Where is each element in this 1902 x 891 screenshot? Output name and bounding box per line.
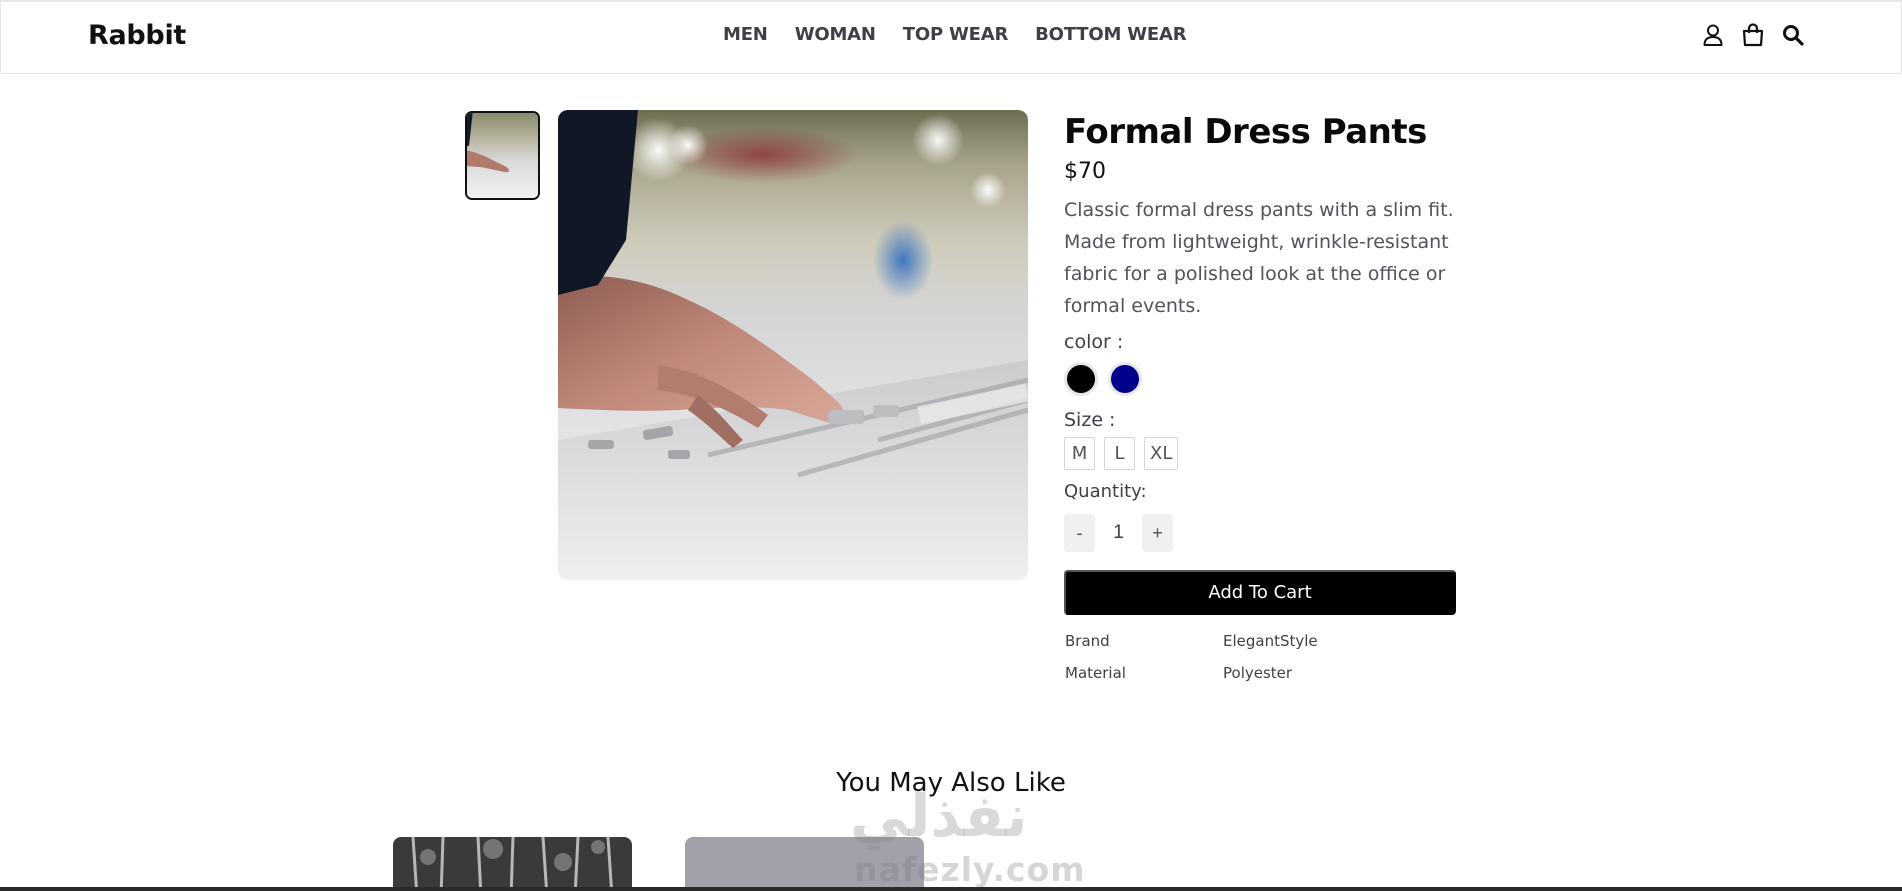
color-swatch-black[interactable] (1064, 362, 1098, 396)
color-swatches (1064, 362, 1456, 396)
site-header: Rabbit MEN WOMAN TOP WEAR BOTTOM WEAR (0, 0, 1902, 74)
size-options: M L XL (1064, 437, 1456, 470)
add-to-cart-button[interactable]: Add To Cart (1064, 570, 1456, 615)
spec-row: Material Polyester (1064, 657, 1456, 689)
bottom-bar (0, 887, 1902, 891)
color-swatch-navy[interactable] (1108, 362, 1142, 396)
spec-value-brand: ElegantStyle (1223, 632, 1318, 650)
product-specs: Brand ElegantStyle Material Polyester (1064, 625, 1456, 689)
size-button-m[interactable]: M (1064, 437, 1095, 470)
size-label: Size : (1064, 409, 1116, 431)
header-icons (1701, 22, 1805, 48)
quantity-decrease-button[interactable]: - (1064, 514, 1095, 552)
quantity-value: 1 (1113, 522, 1124, 543)
product-description: Classic formal dress pants with a slim f… (1064, 199, 1454, 317)
user-icon[interactable] (1701, 22, 1725, 48)
size-button-l[interactable]: L (1104, 437, 1135, 470)
main-nav: MEN WOMAN TOP WEAR BOTTOM WEAR (723, 24, 1187, 45)
product-price: $70 (1064, 159, 1106, 184)
quantity-stepper: - 1 + (1064, 514, 1456, 552)
spec-key-material: Material (1065, 664, 1126, 682)
size-button-xl[interactable]: XL (1144, 437, 1179, 470)
product-main-image (558, 110, 1028, 580)
related-product-card[interactable] (685, 837, 924, 891)
shopping-bag-icon[interactable] (1741, 22, 1765, 48)
nav-link-men[interactable]: MEN (723, 24, 768, 45)
quantity-label: Quantity: (1064, 481, 1147, 502)
nav-link-woman[interactable]: WOMAN (795, 24, 876, 45)
spec-row: Brand ElegantStyle (1064, 625, 1456, 657)
spec-key-brand: Brand (1065, 632, 1110, 650)
spec-value-material: Polyester (1223, 664, 1293, 682)
nav-link-bottom-wear[interactable]: BOTTOM WEAR (1035, 24, 1186, 45)
thumbnail-image (467, 113, 538, 198)
nav-link-top-wear[interactable]: TOP WEAR (903, 24, 1009, 45)
related-product-card[interactable] (393, 837, 632, 891)
product-title: Formal Dress Pants (1064, 112, 1427, 152)
search-icon[interactable] (1781, 22, 1805, 48)
related-section-title: You May Also Like (836, 768, 1066, 798)
quantity-increase-button[interactable]: + (1142, 514, 1173, 552)
product-photo (558, 110, 1028, 580)
related-product-image (393, 837, 632, 891)
product-details: Formal Dress Pants $70 Classic formal dr… (1064, 110, 1456, 689)
color-label: color : (1064, 331, 1124, 353)
product-thumbnail[interactable] (465, 111, 540, 200)
site-logo[interactable]: Rabbit (88, 20, 186, 51)
